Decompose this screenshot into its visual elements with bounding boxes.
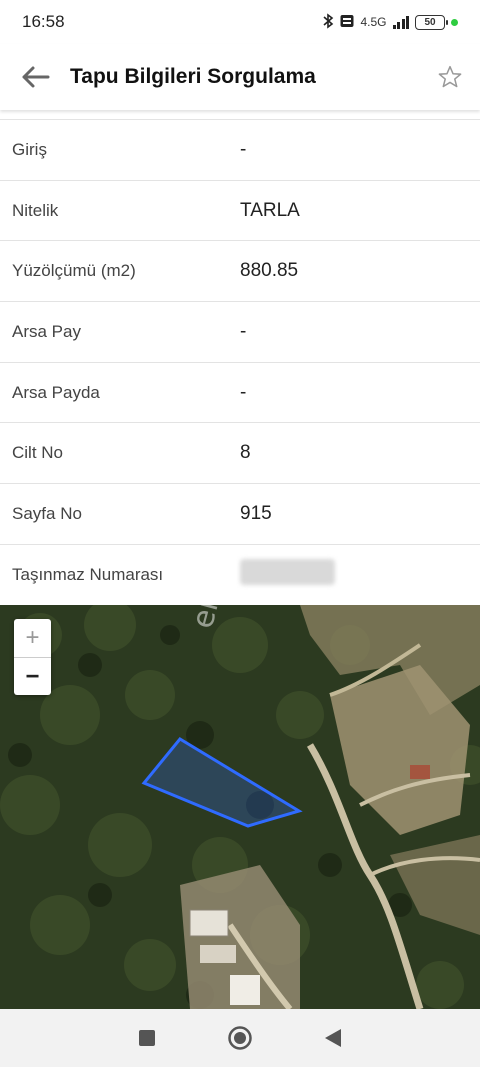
arrow-left-icon: [22, 66, 50, 88]
zoom-controls: + −: [14, 619, 51, 695]
status-bar: 16:58 4.5G 50: [0, 0, 480, 44]
info-value: -: [240, 138, 247, 160]
page-title: Tapu Bilgileri Sorgulama: [70, 65, 316, 88]
bluetooth-icon: [322, 12, 334, 32]
info-value: -: [240, 381, 247, 403]
property-info-list: Giriş - Nitelik TARLA Yüzölçümü (m2) 880…: [0, 110, 480, 606]
status-time: 16:58: [22, 12, 65, 31]
back-button[interactable]: [0, 44, 70, 110]
star-icon: [438, 65, 462, 88]
app-bar: Tapu Bilgileri Sorgulama: [0, 44, 480, 110]
info-row-nitelik: Nitelik TARLA: [0, 181, 480, 242]
status-icons: 4.5G 50: [322, 12, 458, 32]
info-label: Taşınmaz Numarası: [12, 565, 164, 585]
satellite-imagery: [0, 605, 480, 1009]
info-row-arsa-payda: Arsa Payda -: [0, 363, 480, 424]
info-row-tasinmaz-numarasi: Taşınmaz Numarası: [0, 545, 480, 606]
info-row-yuzolcumu: Yüzölçümü (m2) 880.85: [0, 241, 480, 303]
privacy-dot-icon: [451, 18, 458, 26]
info-label: Arsa Payda: [12, 382, 100, 402]
back-nav-button[interactable]: [313, 1018, 353, 1058]
satellite-map[interactable]: em + −: [0, 605, 480, 1009]
info-value: 915: [240, 502, 272, 524]
divider: [0, 110, 480, 120]
info-label: Arsa Pay: [12, 321, 81, 341]
triangle-back-icon: [325, 1029, 342, 1047]
zoom-in-button[interactable]: +: [14, 619, 51, 657]
info-label: Nitelik: [12, 200, 59, 220]
info-row-sayfa-no: Sayfa No 915: [0, 484, 480, 545]
info-value: 880.85: [240, 260, 299, 282]
info-label: Giriş: [12, 139, 47, 159]
battery-level: 50: [424, 16, 436, 28]
volte-icon: [340, 14, 354, 31]
circle-icon: [228, 1026, 252, 1050]
home-button[interactable]: [220, 1018, 260, 1058]
info-value: 8: [240, 442, 251, 464]
system-nav-bar: [0, 1009, 480, 1067]
signal-icon: [392, 15, 409, 29]
square-icon: [138, 1030, 155, 1046]
recents-button[interactable]: [127, 1018, 167, 1058]
network-type: 4.5G: [360, 15, 387, 29]
info-label: Sayfa No: [12, 503, 82, 523]
info-value: [240, 559, 335, 591]
info-value: -: [240, 320, 247, 342]
battery-icon: 50: [415, 14, 448, 30]
favorite-button[interactable]: [420, 44, 480, 110]
info-row-giris: Giriş -: [0, 120, 480, 181]
info-label: Yüzölçümü (m2): [12, 261, 136, 281]
info-row-arsa-pay: Arsa Pay -: [0, 302, 480, 363]
redacted-value: [240, 559, 335, 586]
zoom-out-button[interactable]: −: [14, 657, 51, 695]
info-value: TARLA: [240, 199, 300, 221]
info-label: Cilt No: [12, 443, 64, 463]
info-row-cilt-no: Cilt No 8: [0, 423, 480, 485]
